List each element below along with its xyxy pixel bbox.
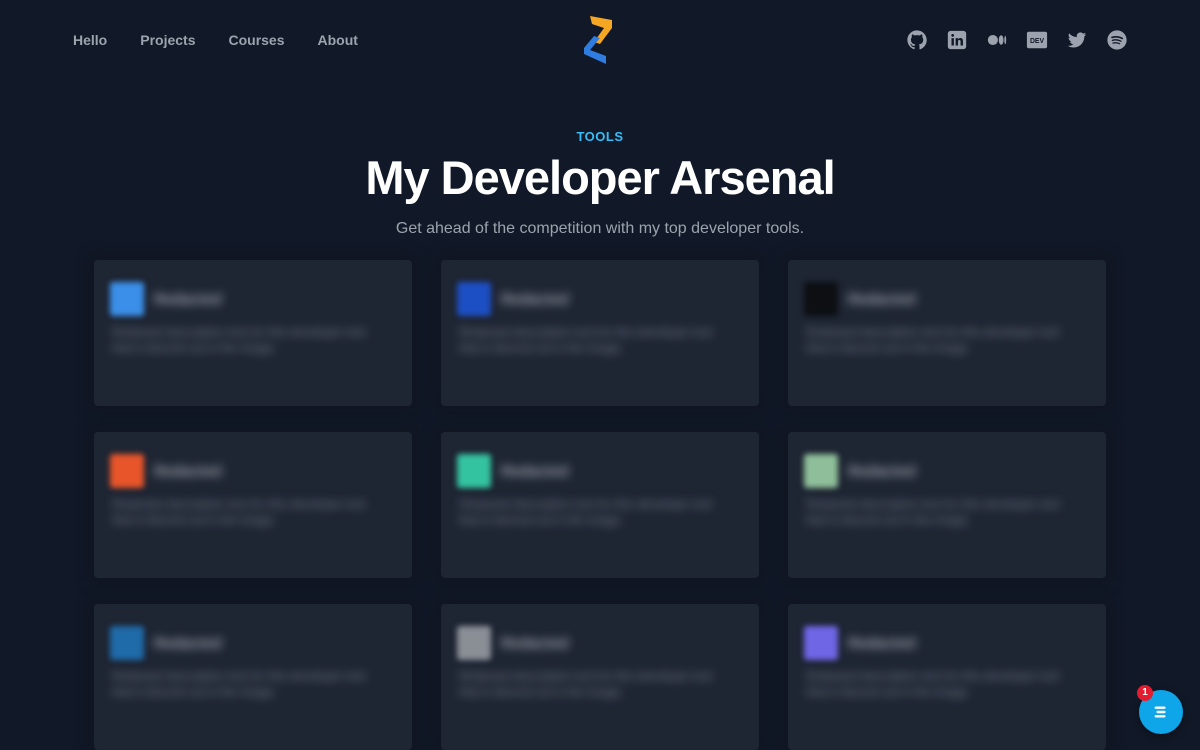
tool-name: Redacted	[848, 462, 916, 480]
medium-icon[interactable]	[986, 29, 1008, 51]
tool-logo-icon	[457, 454, 491, 488]
tool-card[interactable]: Redacted Redacted description text for t…	[441, 432, 759, 578]
section-eyebrow: TOOLS	[576, 129, 624, 144]
tool-description: Redacted description text for this devel…	[459, 669, 713, 699]
tool-card[interactable]: Redacted Redacted description text for t…	[94, 432, 412, 578]
tool-logo-icon	[110, 626, 144, 660]
tool-description: Redacted description text for this devel…	[459, 497, 713, 527]
chat-notification-badge: 1	[1137, 685, 1153, 701]
tool-name: Redacted	[154, 634, 222, 652]
chat-icon	[1154, 706, 1166, 718]
linkedin-icon[interactable]	[946, 29, 968, 51]
dev-icon[interactable]: DEV	[1026, 29, 1048, 51]
tool-logo-icon	[110, 454, 144, 488]
tool-card[interactable]: Redacted Redacted description text for t…	[788, 432, 1106, 578]
tool-name: Redacted	[848, 290, 916, 308]
tool-card[interactable]: Redacted Redacted description text for t…	[788, 260, 1106, 406]
logo-icon	[584, 16, 612, 64]
page-title: My Developer Arsenal	[365, 151, 835, 204]
tool-description: Redacted description text for this devel…	[806, 325, 1060, 355]
tool-name: Redacted	[501, 462, 569, 480]
tool-card[interactable]: Redacted Redacted description text for t…	[441, 260, 759, 406]
nav-link-hello[interactable]: Hello	[73, 31, 107, 49]
tool-card[interactable]: Redacted Redacted description text for t…	[94, 260, 412, 406]
tool-name: Redacted	[154, 290, 222, 308]
top-navigation: Hello Projects Courses About DEV	[0, 0, 1200, 80]
tools-grid: Redacted Redacted description text for t…	[94, 260, 1106, 750]
page-subtitle: Get ahead of the competition with my top…	[395, 220, 805, 237]
tool-card[interactable]: Redacted Redacted description text for t…	[441, 604, 759, 750]
tool-logo-icon	[110, 282, 144, 316]
tool-name: Redacted	[848, 634, 916, 652]
tool-logo-icon	[804, 626, 838, 660]
site-logo[interactable]	[582, 14, 618, 66]
tool-description: Redacted description text for this devel…	[112, 497, 366, 527]
github-icon[interactable]	[906, 29, 928, 51]
svg-text:DEV: DEV	[1030, 38, 1045, 45]
tool-name: Redacted	[501, 634, 569, 652]
nav-links: Hello Projects Courses About	[73, 31, 391, 49]
tool-description: Redacted description text for this devel…	[806, 497, 1060, 527]
nav-link-projects[interactable]: Projects	[140, 31, 195, 49]
nav-link-about[interactable]: About	[318, 31, 358, 49]
tool-logo-icon	[804, 282, 838, 316]
nav-link-courses[interactable]: Courses	[228, 31, 284, 49]
tool-logo-icon	[457, 282, 491, 316]
tool-name: Redacted	[154, 462, 222, 480]
twitter-icon[interactable]	[1066, 29, 1088, 51]
tool-logo-icon	[457, 626, 491, 660]
social-links: DEV	[906, 29, 1128, 51]
tool-logo-icon	[804, 454, 838, 488]
tool-description: Redacted description text for this devel…	[806, 669, 1060, 699]
tool-description: Redacted description text for this devel…	[112, 325, 366, 355]
tool-description: Redacted description text for this devel…	[459, 325, 713, 355]
spotify-icon[interactable]	[1106, 29, 1128, 51]
tool-name: Redacted	[501, 290, 569, 308]
tool-description: Redacted description text for this devel…	[112, 669, 366, 699]
tool-card[interactable]: Redacted Redacted description text for t…	[94, 604, 412, 750]
tool-card[interactable]: Redacted Redacted description text for t…	[788, 604, 1106, 750]
